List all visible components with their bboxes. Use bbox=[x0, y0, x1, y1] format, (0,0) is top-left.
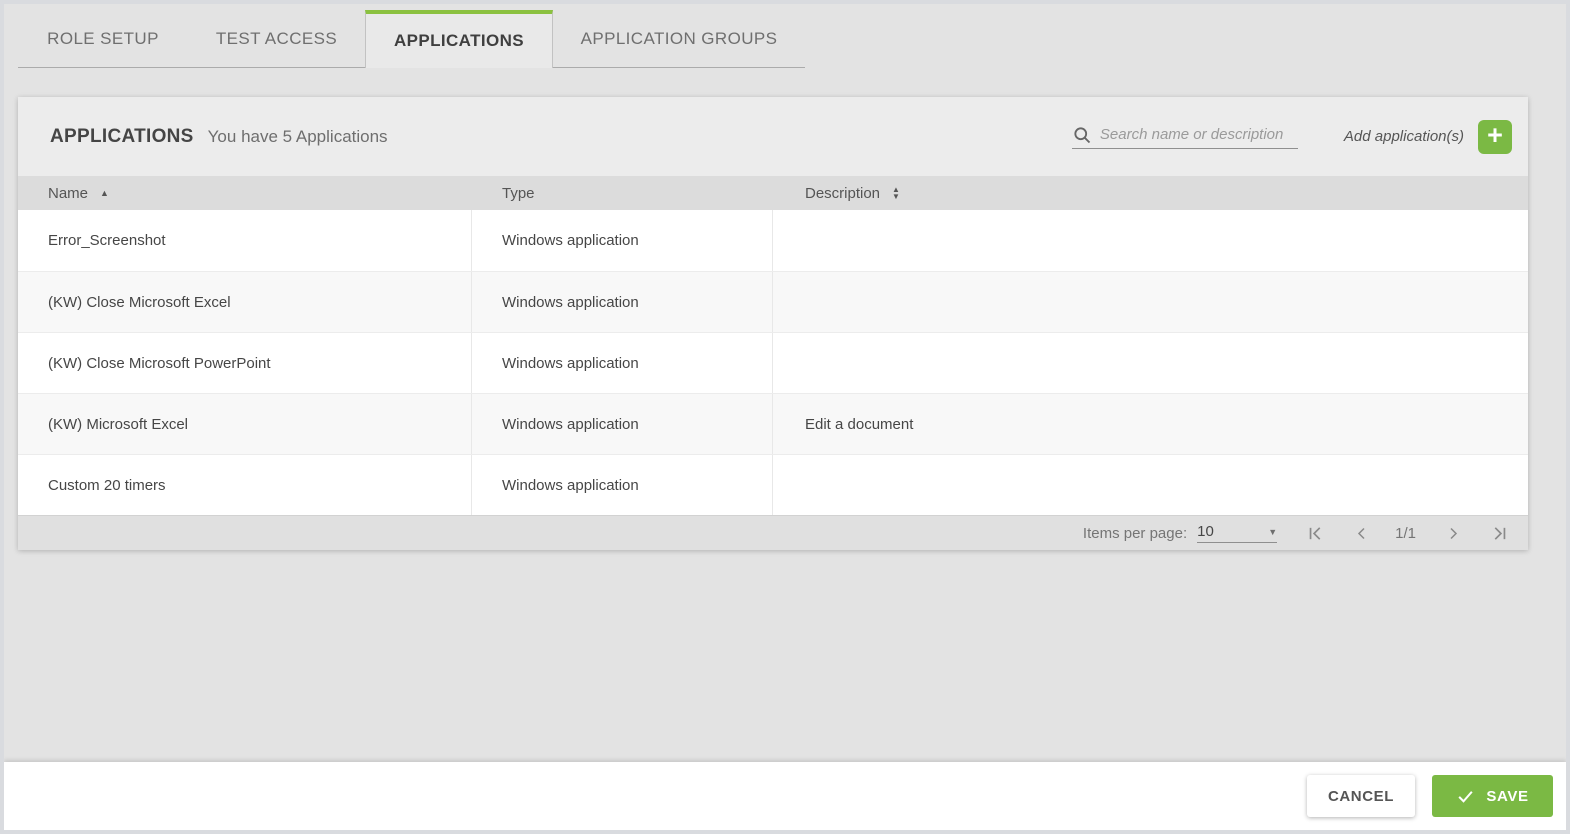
table-row[interactable]: (KW) Microsoft Excel Windows application… bbox=[18, 393, 1528, 454]
pagination-bar: Items per page: 10 ▼ 1/1 bbox=[18, 515, 1528, 550]
table-row[interactable]: Custom 20 timers Windows application bbox=[18, 454, 1528, 515]
table-row[interactable]: Error_Screenshot Windows application bbox=[18, 210, 1528, 271]
applications-panel: APPLICATIONS You have 5 Applications Add… bbox=[18, 97, 1528, 550]
cell-description bbox=[773, 455, 1528, 515]
cell-name: (KW) Microsoft Excel bbox=[18, 394, 472, 454]
cell-type: Windows application bbox=[472, 272, 773, 332]
table-row[interactable]: (KW) Close Microsoft PowerPoint Windows … bbox=[18, 332, 1528, 393]
footer-action-bar: CANCEL SAVE bbox=[4, 762, 1566, 830]
cancel-button[interactable]: CANCEL bbox=[1307, 775, 1415, 817]
panel-subtitle: You have 5 Applications bbox=[208, 127, 388, 147]
items-per-page-select[interactable]: 10 ▼ bbox=[1197, 523, 1277, 543]
cell-type: Windows application bbox=[472, 333, 773, 393]
tab-test-access[interactable]: TEST ACCESS bbox=[188, 10, 365, 67]
cell-name: Error_Screenshot bbox=[18, 210, 472, 271]
add-applications-label: Add application(s) bbox=[1344, 128, 1464, 145]
tab-label: APPLICATION GROUPS bbox=[581, 29, 778, 49]
next-page-button[interactable] bbox=[1446, 526, 1461, 541]
tab-label: TEST ACCESS bbox=[216, 29, 337, 49]
table-header: Name ▲ Type Description ▲ ▼ bbox=[18, 176, 1528, 210]
tab-applications[interactable]: APPLICATIONS bbox=[365, 10, 553, 68]
column-header-description[interactable]: Description ▲ ▼ bbox=[773, 185, 1528, 202]
last-page-button[interactable] bbox=[1491, 525, 1508, 542]
table-body: Error_Screenshot Windows application (KW… bbox=[18, 210, 1528, 515]
tab-label: APPLICATIONS bbox=[394, 31, 524, 51]
chevron-down-icon: ▼ bbox=[1268, 527, 1277, 537]
check-icon bbox=[1456, 787, 1475, 806]
previous-page-button[interactable] bbox=[1354, 526, 1369, 541]
panel-title: APPLICATIONS bbox=[50, 126, 194, 148]
cell-name: (KW) Close Microsoft PowerPoint bbox=[18, 333, 472, 393]
tab-label: ROLE SETUP bbox=[47, 29, 159, 49]
page-indicator: 1/1 bbox=[1395, 525, 1416, 542]
sort-asc-icon: ▲ bbox=[100, 188, 109, 198]
cell-type: Windows application bbox=[472, 455, 773, 515]
tab-application-groups[interactable]: APPLICATION GROUPS bbox=[553, 10, 805, 67]
column-header-name[interactable]: Name ▲ bbox=[18, 185, 472, 202]
cell-description: Edit a document bbox=[773, 394, 1528, 454]
sort-both-icon: ▲ ▼ bbox=[892, 186, 900, 200]
first-page-button[interactable] bbox=[1307, 525, 1324, 542]
save-button[interactable]: SAVE bbox=[1432, 775, 1553, 817]
tab-role-setup[interactable]: ROLE SETUP bbox=[18, 10, 188, 67]
cell-name: Custom 20 timers bbox=[18, 455, 472, 515]
add-application-button[interactable]: + bbox=[1478, 120, 1512, 154]
first-page-icon bbox=[1307, 525, 1324, 542]
cell-description bbox=[773, 272, 1528, 332]
chevron-left-icon bbox=[1354, 526, 1369, 541]
cell-type: Windows application bbox=[472, 394, 773, 454]
chevron-right-icon bbox=[1446, 526, 1461, 541]
plus-icon: + bbox=[1487, 120, 1503, 150]
search-box bbox=[1072, 125, 1298, 149]
items-per-page-value: 10 bbox=[1197, 523, 1214, 540]
last-page-icon bbox=[1491, 525, 1508, 542]
search-icon bbox=[1072, 125, 1092, 145]
column-header-type[interactable]: Type bbox=[472, 185, 773, 202]
cell-description bbox=[773, 210, 1528, 271]
cell-type: Windows application bbox=[472, 210, 773, 271]
cell-name: (KW) Close Microsoft Excel bbox=[18, 272, 472, 332]
items-per-page-label: Items per page: bbox=[1083, 525, 1187, 542]
cell-description bbox=[773, 333, 1528, 393]
panel-header: APPLICATIONS You have 5 Applications Add… bbox=[18, 97, 1528, 176]
tab-bar: ROLE SETUP TEST ACCESS APPLICATIONS APPL… bbox=[18, 10, 805, 68]
screen: ROLE SETUP TEST ACCESS APPLICATIONS APPL… bbox=[0, 0, 1570, 834]
search-input[interactable] bbox=[1100, 126, 1298, 143]
table-row[interactable]: (KW) Close Microsoft Excel Windows appli… bbox=[18, 271, 1528, 332]
